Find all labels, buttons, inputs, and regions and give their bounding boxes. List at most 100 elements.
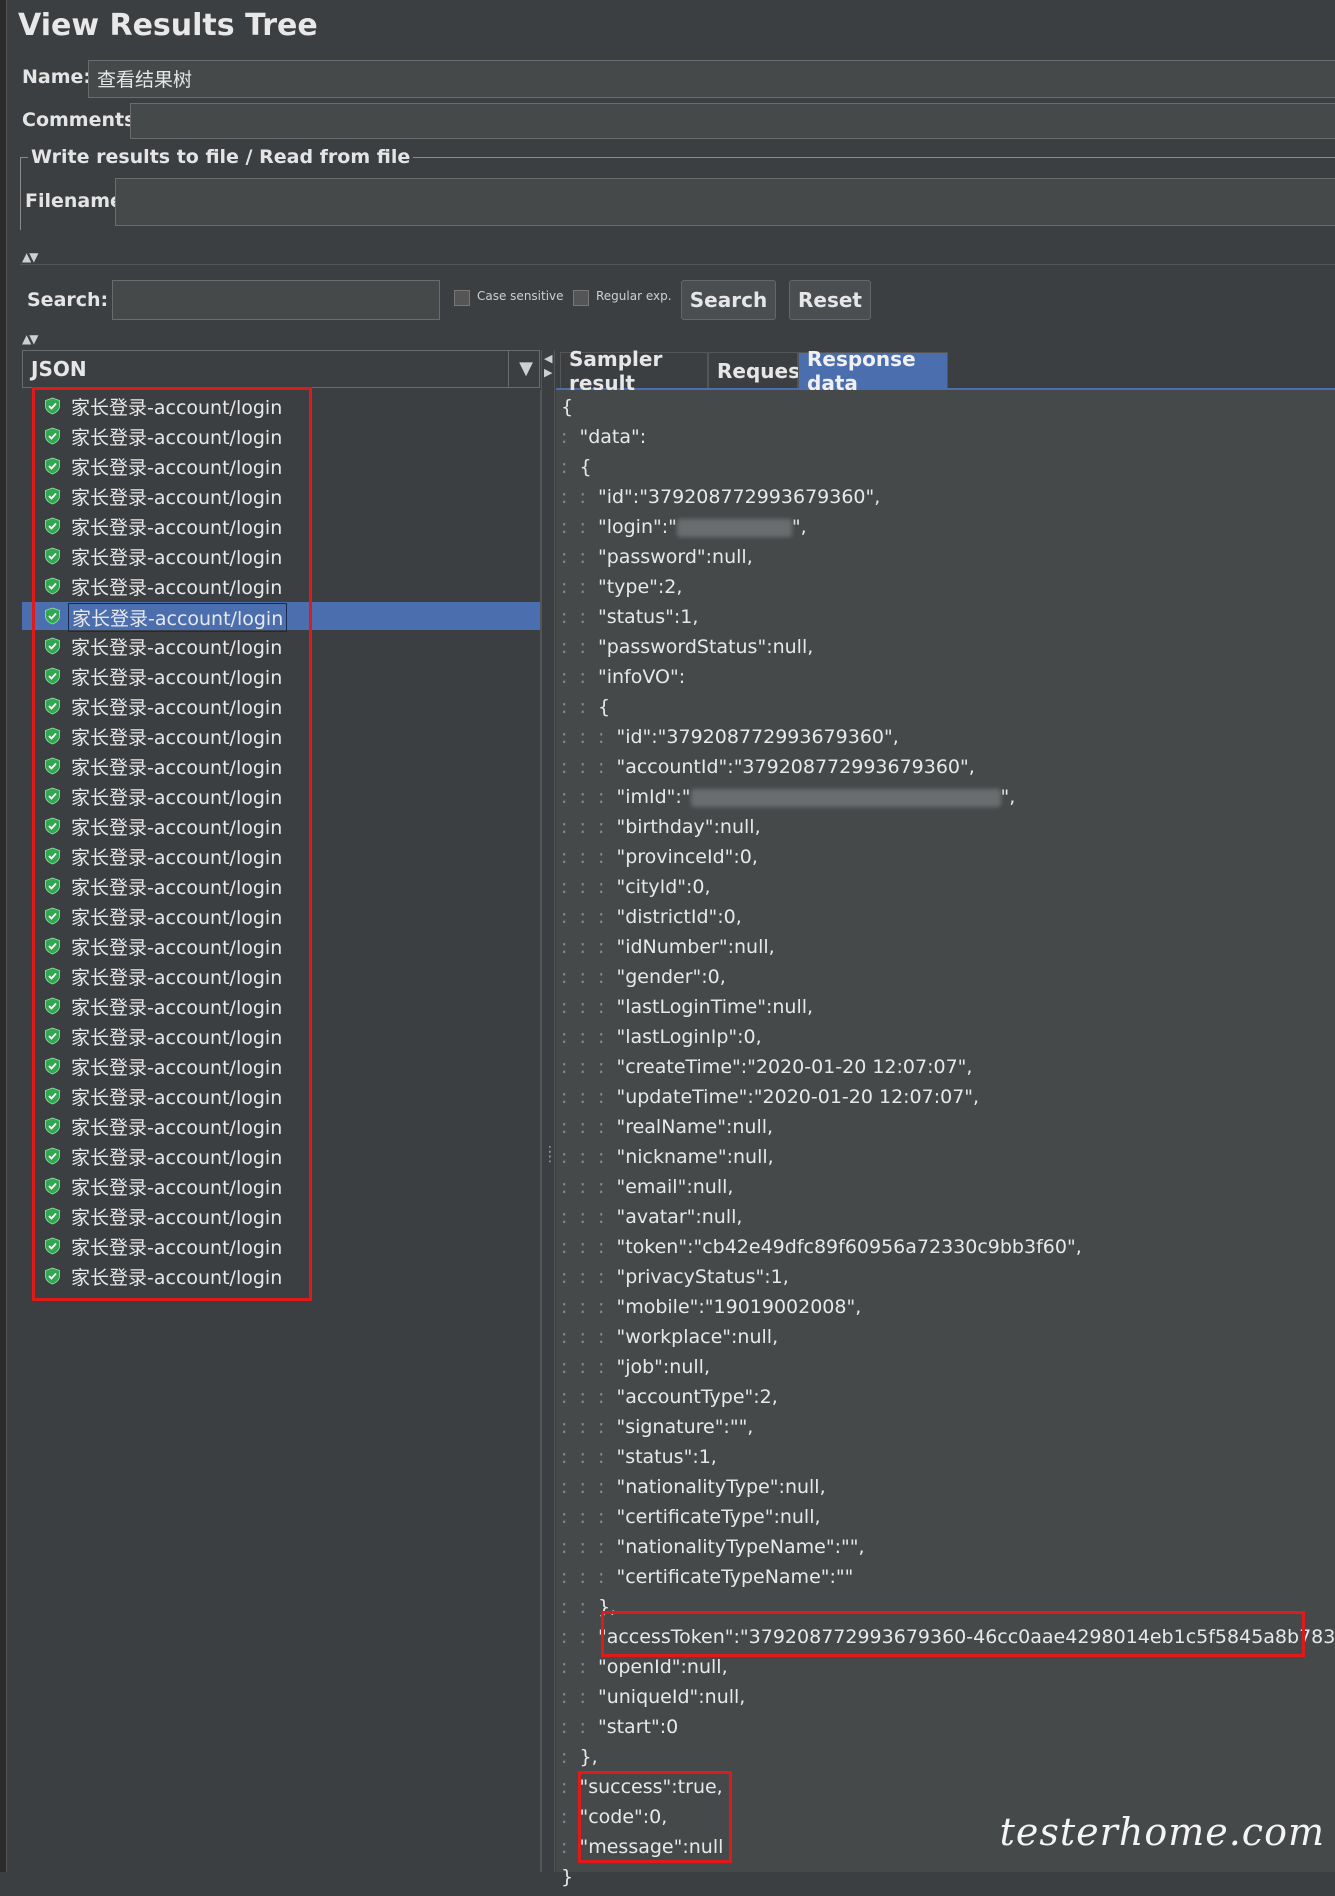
grip-icon[interactable]: ⋮ ⋮ — [543, 1145, 557, 1164]
indent-guide: : : : — [561, 1026, 617, 1048]
json-line: : : { — [561, 696, 610, 726]
regular-exp-checkbox[interactable] — [573, 290, 589, 306]
indent-guide: : : — [561, 516, 598, 538]
json-text: "idNumber":null, — [616, 936, 775, 958]
tab-response-data[interactable]: Response data — [798, 347, 948, 395]
json-text: "gender":0, — [616, 966, 726, 988]
json-text: "certificateType":null, — [616, 1506, 821, 1528]
highlight-box-tree — [32, 387, 312, 1301]
indent-guide: : : : — [561, 1236, 617, 1258]
indent-guide: : : : — [561, 1536, 617, 1558]
json-line: : : : "email":null, — [561, 1176, 733, 1206]
indent-guide: : : : — [561, 786, 617, 808]
tab-sampler-result[interactable]: Sampler result — [560, 347, 708, 395]
redacted-value — [676, 518, 792, 537]
indent-guide: : : : — [561, 1356, 617, 1378]
name-label: Name: — [22, 66, 92, 88]
json-line: : : "start":0 — [561, 1716, 678, 1746]
split-pane-divider[interactable] — [541, 350, 555, 1872]
chevron-down-icon[interactable]: ▼ — [519, 358, 533, 379]
case-sensitive-checkbox[interactable] — [454, 290, 470, 306]
comments-input[interactable] — [130, 103, 1335, 139]
json-line: : : : "workplace":null, — [561, 1326, 778, 1356]
name-input[interactable]: 查看结果树 — [88, 60, 1335, 98]
json-text: "id":"379208772993679360", — [597, 486, 881, 508]
indent-guide: : : : — [561, 1176, 617, 1198]
indent-guide: : : : — [561, 1416, 617, 1438]
renderer-value: JSON — [31, 357, 87, 381]
indent-guide: : : : — [561, 1116, 617, 1138]
filename-input[interactable] — [115, 178, 1335, 226]
indent-guide: : : — [561, 1596, 598, 1618]
json-text: "birthday":null, — [616, 816, 761, 838]
json-line: : : "uniqueId":null, — [561, 1686, 745, 1716]
indent-guide: : : : — [561, 726, 617, 748]
json-text: { — [597, 696, 611, 718]
json-line: : : : "job":null, — [561, 1356, 710, 1386]
json-text: "email":null, — [616, 1176, 734, 1198]
json-text: { — [579, 456, 592, 478]
json-text: "createTime":"2020-01-20 12:07:07", — [616, 1056, 973, 1078]
result-tabs: Sampler result Request Response data — [556, 347, 1335, 395]
json-line: : : "passwordStatus":null, — [561, 636, 813, 666]
json-text: "imId":" — [616, 786, 691, 808]
indent-guide: : : : — [561, 936, 617, 958]
indent-guide: : : — [561, 546, 598, 568]
collapse-arrows-icon[interactable]: ▲▼ — [22, 250, 39, 264]
json-text: } — [561, 1866, 574, 1888]
indent-guide: : : — [561, 606, 598, 628]
json-line: : : : "gender":0, — [561, 966, 726, 996]
split-right-arrow-icon[interactable]: ▶ — [544, 366, 552, 379]
json-line: : : : "lastLoginIp":0, — [561, 1026, 762, 1056]
json-line: : { — [561, 456, 592, 486]
json-line: : : : "token":"cb42e49dfc89f60956a72330c… — [561, 1236, 1082, 1266]
json-line: } — [561, 1866, 573, 1896]
indent-guide: : : — [561, 1656, 598, 1678]
json-text: "job":null, — [616, 1356, 710, 1378]
json-text: "provinceId":0, — [616, 846, 758, 868]
indent-guide: : — [561, 1836, 580, 1858]
indent-guide: : : : — [561, 756, 617, 778]
json-line: : : : "birthday":null, — [561, 816, 761, 846]
json-text: "lastLoginTime":null, — [616, 996, 814, 1018]
json-text: "password":null, — [597, 546, 753, 568]
json-line: : : : "signature":"", — [561, 1416, 753, 1446]
comments-label: Comments: — [22, 109, 143, 131]
json-text-after: ", — [791, 516, 807, 538]
json-line: : : "status":1, — [561, 606, 698, 636]
json-text: "mobile":"19019002008", — [616, 1296, 862, 1318]
indent-guide: : — [561, 456, 580, 478]
search-label: Search: — [27, 289, 109, 311]
indent-guide: : — [561, 426, 580, 448]
tab-request[interactable]: Request — [708, 352, 810, 388]
indent-guide: : : — [561, 1626, 598, 1648]
collapse-arrows-icon-2[interactable]: ▲▼ — [22, 332, 39, 346]
filename-label: Filename — [25, 190, 123, 212]
indent-guide: : : : — [561, 1206, 617, 1228]
json-line: : : : "status":1, — [561, 1446, 717, 1476]
json-text: "privacyStatus":1, — [616, 1266, 789, 1288]
json-line: : : : "nationalityType":null, — [561, 1476, 826, 1506]
split-left-arrow-icon[interactable]: ◀ — [544, 352, 552, 365]
json-line: : : : "nationalityTypeName":"", — [561, 1536, 865, 1566]
watermark: testerhome.com — [999, 1810, 1325, 1854]
renderer-select[interactable]: JSON ▼ — [22, 350, 540, 388]
search-button[interactable]: Search — [681, 280, 776, 320]
json-line: : : : "certificateType":null, — [561, 1506, 821, 1536]
indent-guide: : : — [561, 666, 598, 688]
reset-button[interactable]: Reset — [789, 280, 871, 320]
json-text: "accountType":2, — [616, 1386, 778, 1408]
json-line: : : "infoVO": — [561, 666, 685, 696]
json-line: : : : "privacyStatus":1, — [561, 1266, 789, 1296]
indent-guide: : : : — [561, 966, 617, 988]
indent-guide: : : — [561, 636, 598, 658]
indent-guide: : : — [561, 486, 598, 508]
indent-guide: : : : — [561, 996, 617, 1018]
indent-guide: : — [561, 1776, 580, 1798]
json-line: : "data": — [561, 426, 646, 456]
case-sensitive-label: Case sensitive — [477, 289, 564, 303]
indent-guide: : : — [561, 1716, 598, 1738]
json-text: { — [561, 396, 574, 418]
json-text: "signature":"", — [616, 1416, 754, 1438]
search-input[interactable] — [112, 280, 440, 320]
